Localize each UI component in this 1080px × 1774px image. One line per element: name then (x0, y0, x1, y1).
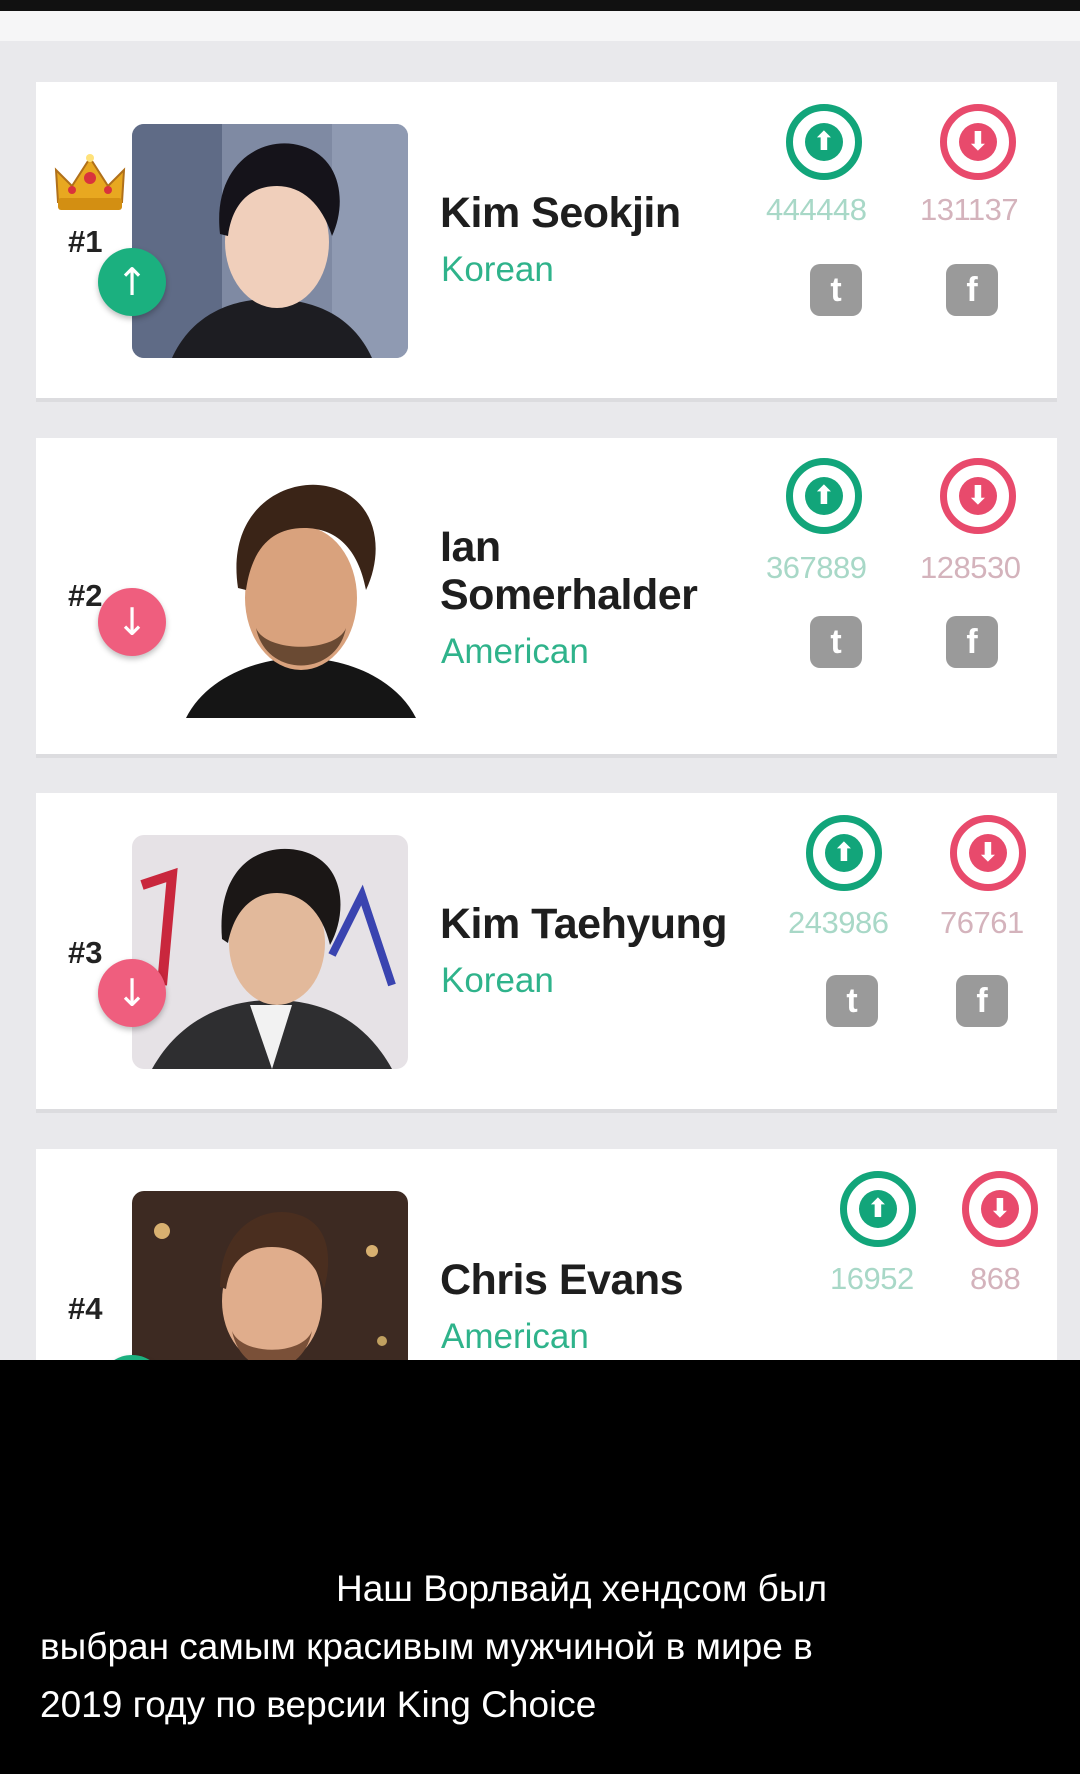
caption-line: 2019 году по версии King Choice (40, 1684, 597, 1725)
upvote-icon: ⬆ (825, 834, 863, 872)
downvote-button[interactable]: ⬇ (950, 815, 1026, 891)
trend-up-badge: ↑ (98, 248, 166, 316)
rank-label: #3 (68, 935, 103, 970)
nationality-label: American (441, 1317, 589, 1356)
nationality-label: Korean (441, 250, 554, 289)
facebook-icon[interactable]: f (956, 975, 1008, 1027)
downvote-icon: ⬇ (981, 1190, 1019, 1228)
downvote-count: 128530 (920, 550, 1021, 585)
facebook-icon[interactable]: f (946, 264, 998, 316)
top-strip (0, 11, 1080, 41)
nationality-label: Korean (441, 961, 554, 1000)
downvote-button[interactable]: ⬇ (940, 458, 1016, 534)
trend-down-badge: ↓ (98, 959, 166, 1027)
rank-label: #1 (68, 224, 103, 259)
story-caption: Наш Ворлвайд хендсом был выбран самым кр… (0, 1560, 1080, 1734)
downvote-icon: ⬇ (959, 123, 997, 161)
upvote-button[interactable]: ⬆ (786, 458, 862, 534)
downvote-count: 131137 (920, 192, 1019, 227)
celebrity-name[interactable]: Kim Taehyung (440, 899, 728, 949)
downvote-icon: ⬇ (969, 834, 1007, 872)
crown-icon (54, 154, 126, 210)
upvote-count: 243986 (788, 905, 889, 940)
twitter-icon[interactable]: t (810, 264, 862, 316)
downvote-count: 868 (970, 1261, 1021, 1296)
arrow-up-icon: ↑ (116, 260, 148, 304)
avatar[interactable] (186, 478, 416, 718)
ranking-card-2[interactable]: #2 ↓ Ian Somerhalder American ⬆ ⬇ 367889… (36, 438, 1057, 758)
nationality-label: American (441, 632, 589, 671)
trend-down-badge: ↓ (98, 588, 166, 656)
upvote-button[interactable]: ⬆ (840, 1171, 916, 1247)
upvote-button[interactable]: ⬆ (786, 104, 862, 180)
downvote-button[interactable]: ⬇ (962, 1171, 1038, 1247)
downvote-count: 76761 (940, 905, 1024, 940)
ranking-screen: #1 ↑ Kim Seokjin Korean ⬆ ⬇ 444448 13113… (0, 0, 1080, 1360)
caption-line: выбран самым красивым мужчиной в мире в (40, 1626, 813, 1667)
upvote-count: 16952 (830, 1261, 914, 1296)
downvote-icon: ⬇ (959, 477, 997, 515)
celebrity-name[interactable]: Chris Evans (440, 1255, 684, 1305)
twitter-icon[interactable]: t (810, 616, 862, 668)
upvote-icon: ⬆ (805, 123, 843, 161)
ranking-card-3[interactable]: #3 ↓ Kim Taehyung Korean ⬆ ⬇ 243986 7676… (36, 793, 1057, 1113)
upvote-count: 444448 (766, 192, 867, 227)
upvote-icon: ⬆ (805, 477, 843, 515)
caption-line: Наш Ворлвайд хендсом был (336, 1568, 828, 1609)
facebook-icon[interactable]: f (946, 616, 998, 668)
ranking-card-4[interactable]: #4 ↑ Chris Evans American ⬆ ⬇ 16952 868 (36, 1149, 1057, 1360)
downvote-button[interactable]: ⬇ (940, 104, 1016, 180)
arrow-down-icon: ↓ (116, 971, 148, 1015)
celebrity-name[interactable]: Ian (440, 522, 501, 572)
twitter-icon[interactable]: t (826, 975, 878, 1027)
top-bar (0, 0, 1080, 11)
upvote-count: 367889 (766, 550, 867, 585)
upvote-icon: ⬆ (859, 1190, 897, 1228)
rank-label: #4 (68, 1291, 103, 1326)
arrow-down-icon: ↓ (116, 600, 148, 644)
upvote-button[interactable]: ⬆ (806, 815, 882, 891)
avatar[interactable] (132, 835, 408, 1069)
rank-label: #2 (68, 578, 103, 613)
celebrity-name[interactable]: Kim Seokjin (440, 188, 681, 238)
ranking-card-1[interactable]: #1 ↑ Kim Seokjin Korean ⬆ ⬇ 444448 13113… (36, 82, 1057, 402)
avatar[interactable] (132, 124, 408, 358)
avatar[interactable] (132, 1191, 408, 1360)
celebrity-name-line2[interactable]: Somerhalder (440, 570, 698, 620)
